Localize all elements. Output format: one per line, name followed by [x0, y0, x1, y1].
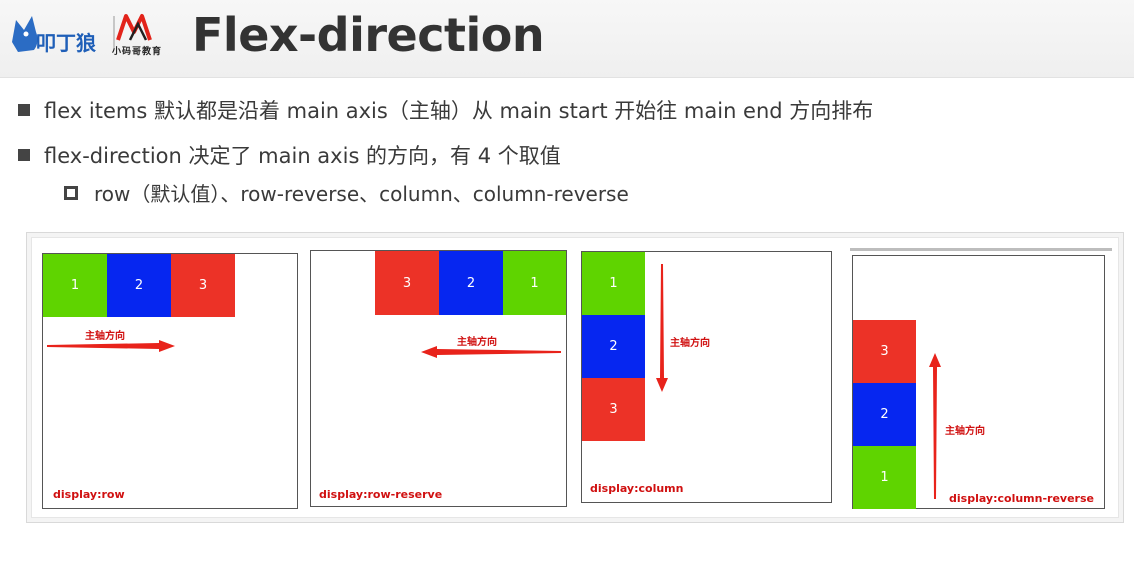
flex-direction-figure: 1 2 3 主轴方向 display:row 3 2 1 主轴方向 displa…	[26, 232, 1124, 523]
flex-item-label: 3	[198, 278, 208, 293]
up-arrow-icon	[929, 353, 941, 499]
flex-item-label: 3	[402, 275, 412, 291]
header-bar: 叩丁狼 小码哥教育 Flex-direction	[0, 0, 1134, 78]
panel-column: 1 2 3 主轴方向 display:column	[581, 251, 832, 503]
panel-caption: display:column-reverse	[949, 492, 1094, 505]
bullet-text-1: flex items 默认都是沿着 main axis（主轴）从 main st…	[44, 99, 874, 123]
logo-subtext: 小码哥教育	[112, 47, 163, 57]
flex-item-label: 1	[530, 275, 539, 291]
main-axis-label: 主轴方向	[945, 426, 985, 437]
sub-bullet-text: row（默认值）、row-reverse、column、column-rever…	[94, 182, 629, 206]
down-arrow-icon	[656, 264, 668, 392]
square-bullet-icon	[18, 149, 30, 161]
flex-item-box: 3	[375, 251, 439, 315]
flex-item-box: 2	[107, 254, 171, 317]
flex-item-label: 1	[70, 278, 80, 293]
main-axis-label: 主轴方向	[670, 338, 710, 349]
flex-item-box: 3	[171, 254, 235, 317]
panel-caption: display:row	[53, 488, 125, 501]
flex-item-box: 2	[853, 383, 916, 446]
panel-row: 1 2 3 主轴方向 display:row	[42, 253, 298, 509]
flex-item-label: 2	[466, 275, 476, 291]
bullet-item-1: flex items 默认都是沿着 main axis（主轴）从 main st…	[18, 95, 873, 125]
flex-item-box: 3	[582, 378, 645, 441]
flex-item-label: 2	[134, 278, 144, 293]
bullet-item-2: flex-direction 决定了 main axis 的方向，有 4 个取值	[18, 140, 561, 170]
svg-text:叩丁狼: 叩丁狼	[36, 31, 97, 55]
left-arrow-icon	[421, 346, 561, 358]
flex-item-box: 2	[582, 315, 645, 378]
flex-item-box: 1	[853, 446, 916, 509]
figure-canvas: 1 2 3 主轴方向 display:row 3 2 1 主轴方向 displa…	[31, 237, 1119, 518]
panel-column-reverse: 3 2 1 主轴方向 display:column-reverse	[852, 255, 1105, 509]
panel-row-reverse: 3 2 1 主轴方向 display:row-reserve	[310, 250, 567, 507]
flex-item-box: 3	[853, 320, 916, 383]
page-title: Flex-direction	[192, 8, 545, 62]
flex-item-box: 1	[43, 254, 107, 317]
wolf-logo-icon: 叩丁狼	[12, 16, 97, 55]
flex-item-label: 1	[880, 470, 889, 485]
flex-item-label: 2	[609, 339, 618, 354]
bullet-text-2: flex-direction 决定了 main axis 的方向，有 4 个取值	[44, 144, 561, 168]
flex-item-box: 1	[503, 251, 566, 315]
flex-item-label: 3	[880, 344, 889, 359]
panel-top-divider	[850, 248, 1112, 251]
flex-item-box: 1	[582, 252, 645, 315]
panel-caption: display:column	[590, 482, 684, 495]
flex-item-label: 3	[609, 402, 618, 417]
sub-bullet-item: row（默认值）、row-reverse、column、column-rever…	[64, 178, 629, 207]
square-bullet-icon	[18, 104, 30, 116]
flex-item-box: 2	[439, 251, 503, 315]
right-arrow-icon	[47, 340, 175, 352]
flex-item-label: 1	[609, 276, 618, 291]
hollow-square-bullet-icon	[64, 186, 78, 200]
panel-caption: display:row-reserve	[319, 488, 443, 501]
flex-item-label: 2	[880, 407, 889, 422]
